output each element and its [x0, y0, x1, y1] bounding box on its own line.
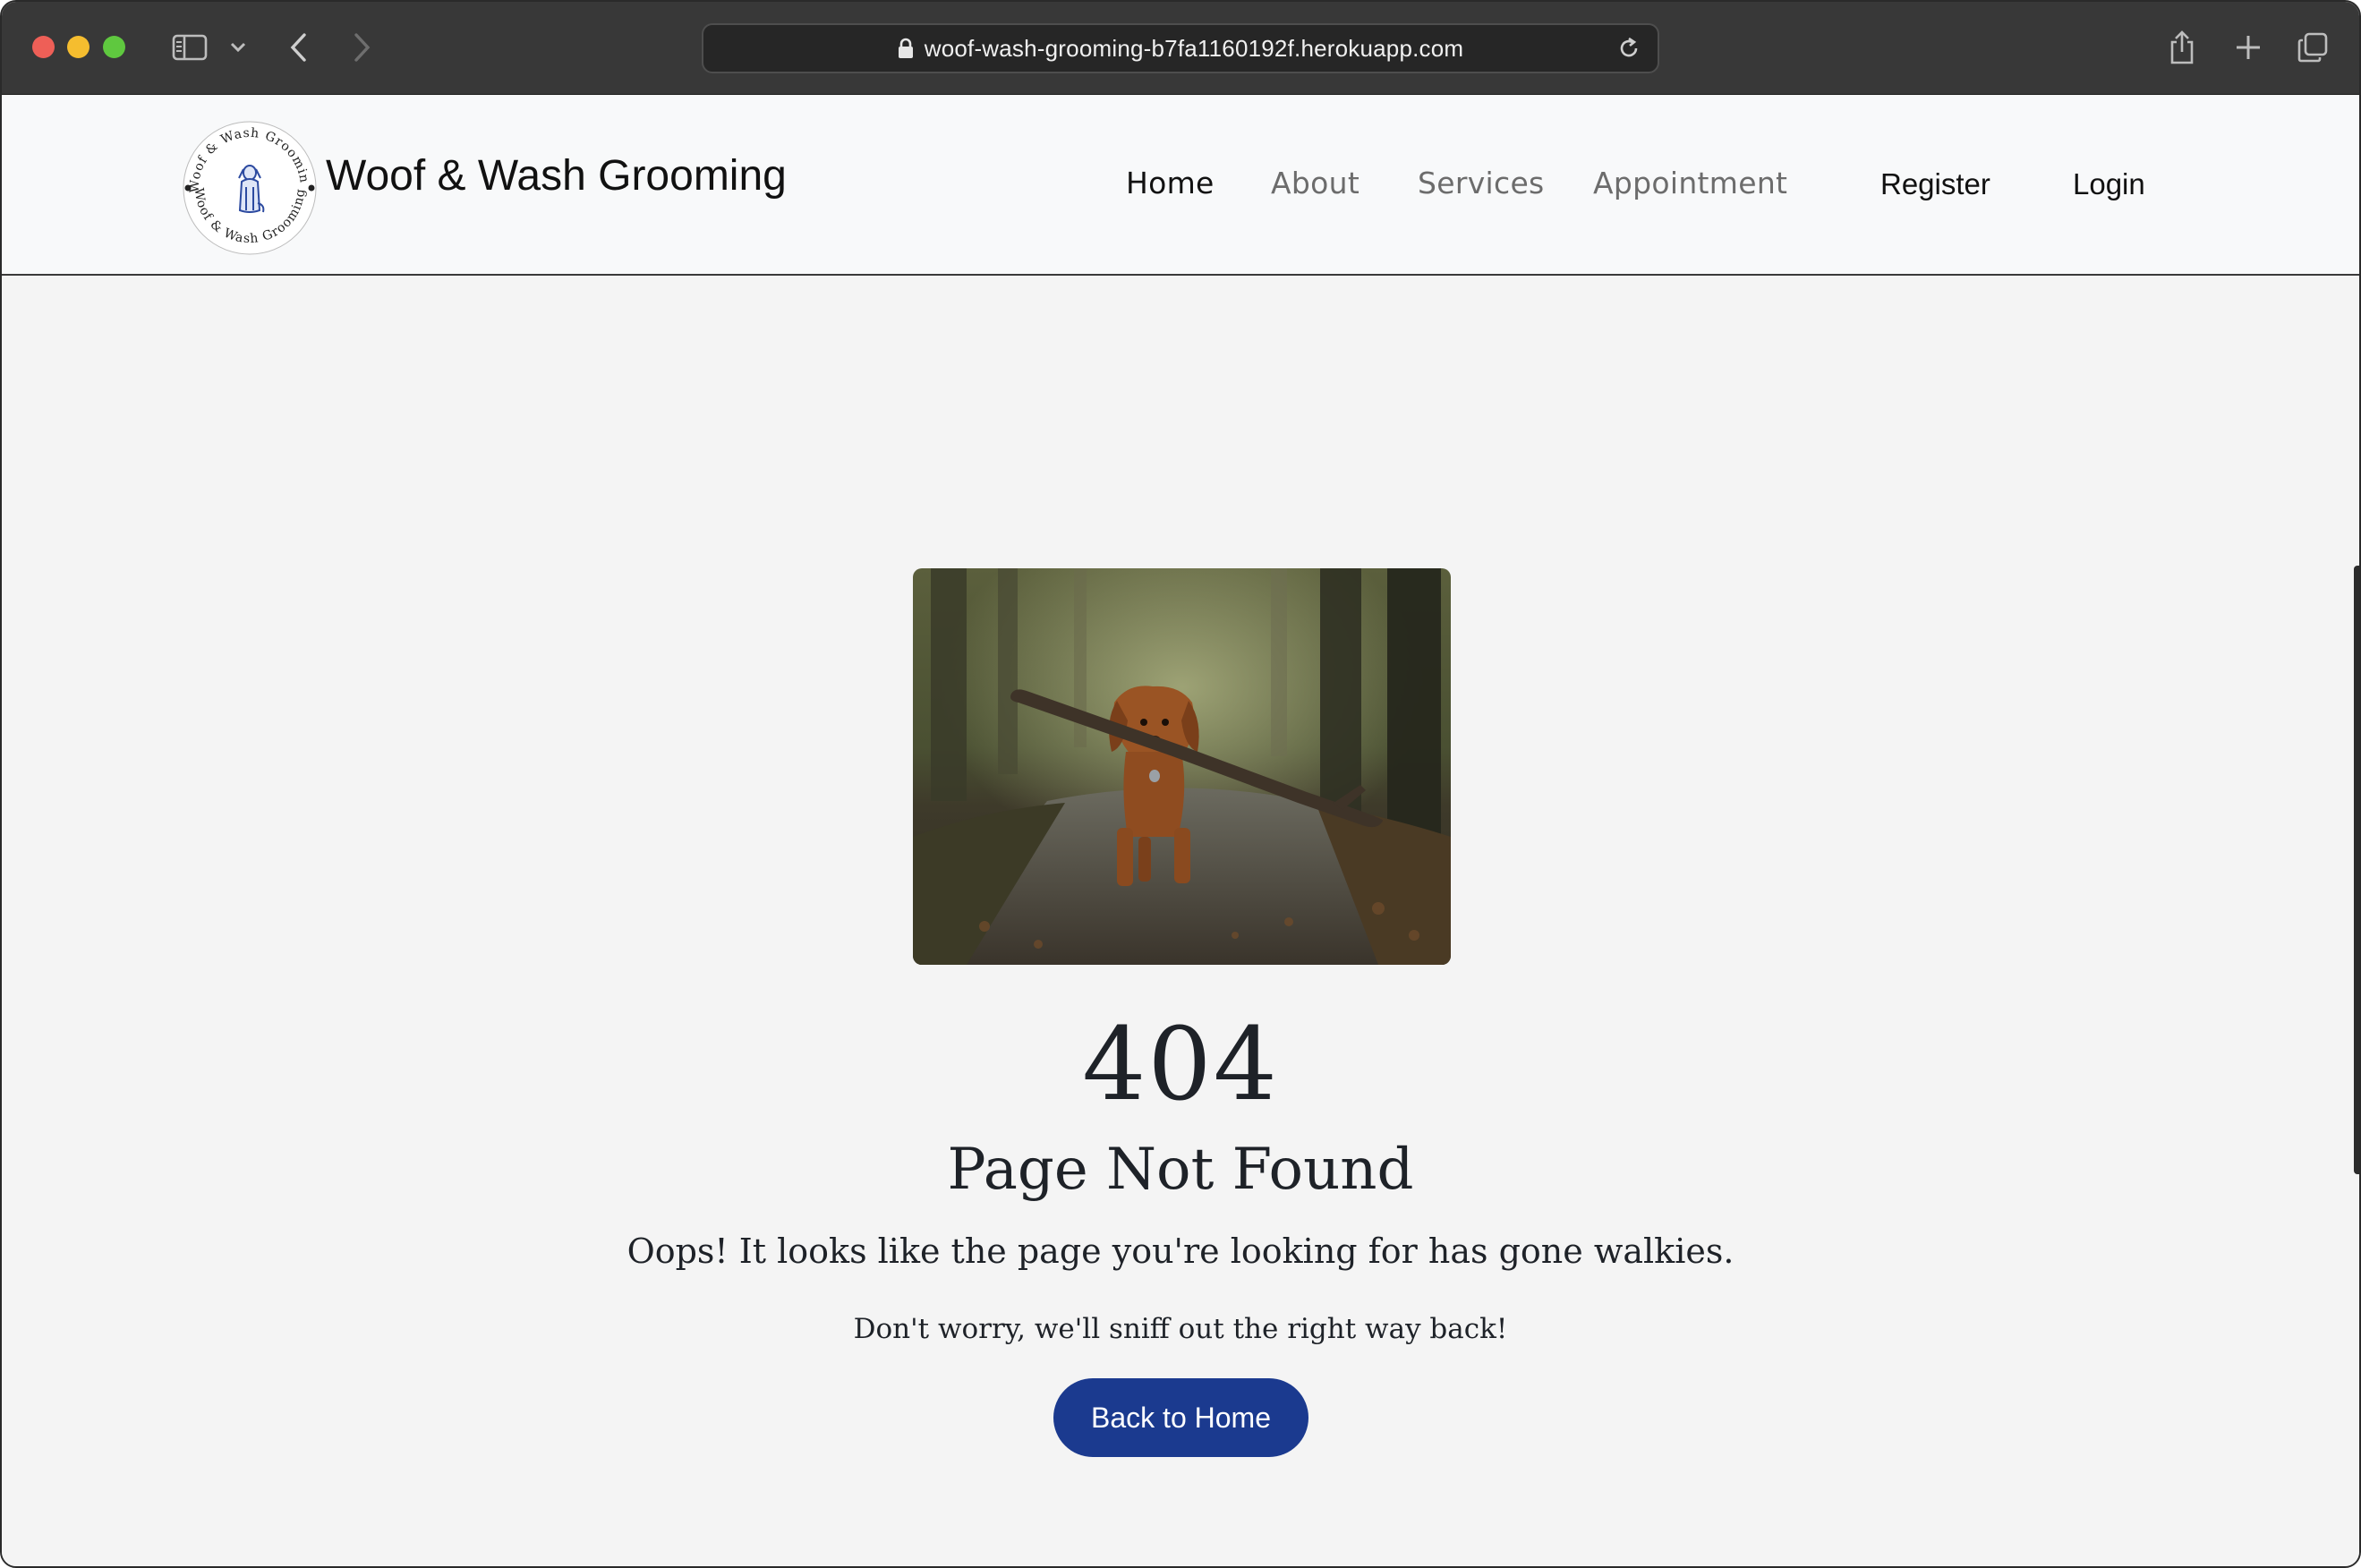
- nav-home[interactable]: Home: [1126, 166, 1215, 200]
- error-note: Don't worry, we'll sniff out the right w…: [853, 1313, 1508, 1345]
- zoom-window-button[interactable]: [103, 36, 125, 58]
- login-link[interactable]: Login: [2073, 167, 2145, 201]
- back-arrow-icon[interactable]: [281, 29, 317, 66]
- reload-icon[interactable]: [1616, 36, 1641, 61]
- url-text: woof-wash-grooming-b7fa1160192f.herokuap…: [924, 34, 1464, 62]
- browser-window: woof-wash-grooming-b7fa1160192f.herokuap…: [0, 0, 2361, 1568]
- address-bar[interactable]: woof-wash-grooming-b7fa1160192f.herokuap…: [702, 23, 1659, 73]
- forward-arrow-icon[interactable]: [344, 29, 379, 66]
- tabs-overview-icon[interactable]: [2295, 29, 2331, 66]
- share-icon[interactable]: [2164, 29, 2200, 66]
- scrollbar[interactable]: [2354, 566, 2359, 1174]
- sidebar-icon[interactable]: [170, 29, 209, 66]
- logo[interactable]: Woof & Wash Grooming Woof & Wash Groomin…: [175, 107, 320, 259]
- error-page: 404 Page Not Found Oops! It looks like t…: [2, 277, 2359, 1566]
- back-to-home-button[interactable]: Back to Home: [1053, 1378, 1308, 1457]
- register-link[interactable]: Register: [1880, 167, 1990, 201]
- dog-with-stick-image: [913, 568, 1451, 965]
- site-header: Woof & Wash Grooming Woof & Wash Groomin…: [2, 96, 2359, 276]
- lock-icon: [898, 38, 914, 59]
- minimize-window-button[interactable]: [67, 36, 89, 58]
- chevron-down-icon[interactable]: [226, 29, 251, 66]
- brand-name[interactable]: Woof & Wash Grooming: [326, 151, 787, 200]
- error-message: Oops! It looks like the page you're look…: [626, 1231, 1735, 1271]
- browser-toolbar: woof-wash-grooming-b7fa1160192f.herokuap…: [2, 2, 2359, 95]
- nav-about[interactable]: About: [1271, 166, 1359, 200]
- error-title: Page Not Found: [947, 1137, 1414, 1203]
- error-code: 404: [1082, 1007, 1279, 1123]
- close-window-button[interactable]: [32, 36, 55, 58]
- nav-appointment[interactable]: Appointment: [1593, 166, 1787, 200]
- plus-icon[interactable]: [2230, 29, 2266, 66]
- nav-services[interactable]: Services: [1418, 166, 1545, 200]
